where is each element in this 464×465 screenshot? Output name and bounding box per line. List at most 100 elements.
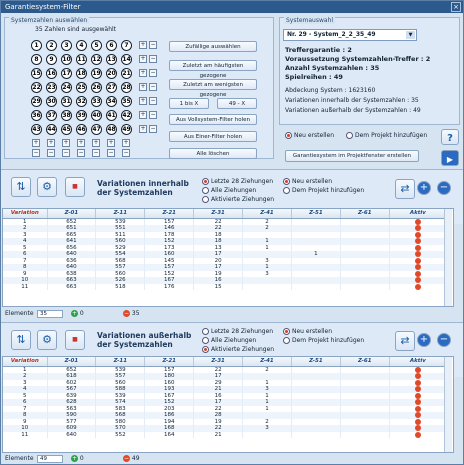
radio-alle-ziehungen[interactable]: [202, 187, 209, 194]
number-2[interactable]: 2: [46, 40, 57, 51]
column-header[interactable]: Z-21: [144, 209, 195, 219]
number-17[interactable]: 17: [61, 68, 72, 79]
col-plus-button[interactable]: +: [107, 139, 115, 147]
column-header[interactable]: Z-31: [193, 209, 244, 219]
number-34[interactable]: 34: [106, 96, 117, 107]
number-49[interactable]: 49: [121, 124, 132, 135]
number-7[interactable]: 7: [121, 40, 132, 51]
number-8[interactable]: 8: [31, 54, 42, 65]
column-header[interactable]: Z-61: [340, 357, 390, 367]
vollsystem-filter-button[interactable]: Aus Vollsystem-Filter holen: [169, 114, 257, 125]
system-select[interactable]: Nr. 29 - System_2_2_35_49 ▼: [283, 29, 417, 41]
row-minus-button[interactable]: −: [149, 83, 157, 91]
table-row[interactable]: 1 652 539 157 22 2: [3, 366, 448, 373]
column-header[interactable]: Aktiv: [389, 209, 448, 219]
row-minus-button[interactable]: −: [149, 125, 157, 133]
column-header[interactable]: Z-01: [47, 209, 97, 219]
number-42[interactable]: 42: [121, 110, 132, 121]
row-plus-button[interactable]: +: [139, 55, 147, 63]
number-5[interactable]: 5: [91, 40, 102, 51]
number-10[interactable]: 10: [61, 54, 72, 65]
number-38[interactable]: 38: [61, 110, 72, 121]
column-header[interactable]: Z-01: [47, 357, 97, 367]
number-25[interactable]: 25: [76, 82, 87, 93]
active-toggle-icon[interactable]: [414, 238, 421, 244]
col-plus-button[interactable]: +: [62, 139, 70, 147]
number-24[interactable]: 24: [61, 82, 72, 93]
active-toggle-icon[interactable]: [414, 399, 421, 405]
active-cell[interactable]: [389, 218, 448, 225]
number-26[interactable]: 26: [91, 82, 102, 93]
number-40[interactable]: 40: [91, 110, 102, 121]
one-to-x-button[interactable]: 1 bis X: [169, 98, 209, 109]
filter-icon[interactable]: ⇄: [395, 179, 415, 199]
active-toggle-icon[interactable]: [414, 386, 421, 392]
active-toggle-icon[interactable]: [414, 392, 421, 399]
scrollbar[interactable]: [444, 209, 452, 306]
minus-icon[interactable]: −: [437, 181, 451, 195]
close-button[interactable]: ×: [451, 2, 461, 12]
column-header[interactable]: Variation: [3, 357, 48, 367]
number-9[interactable]: 9: [46, 54, 57, 65]
row-plus-button[interactable]: +: [139, 125, 147, 133]
49-minus-x-button[interactable]: 49 - X: [217, 98, 257, 109]
plus-icon[interactable]: +: [417, 181, 431, 195]
create-system-button[interactable]: Garantiesystem im Projektfenster erstell…: [285, 150, 419, 162]
help-button[interactable]: ?: [441, 129, 459, 145]
active-toggle-icon[interactable]: [414, 283, 421, 290]
number-13[interactable]: 13: [106, 54, 117, 65]
number-3[interactable]: 3: [61, 40, 72, 51]
active-toggle-icon[interactable]: [414, 373, 421, 379]
radio-neu-erstellen[interactable]: [285, 132, 292, 139]
number-15[interactable]: 15: [31, 68, 42, 79]
scrollbar[interactable]: [444, 357, 452, 452]
most-drawn-button[interactable]: Zuletzt am häufigsten gezogene: [169, 60, 257, 79]
column-header[interactable]: Z-31: [193, 357, 244, 367]
active-toggle-icon[interactable]: [414, 425, 421, 431]
active-toggle-icon[interactable]: [414, 277, 421, 283]
row-plus-button[interactable]: +: [139, 41, 147, 49]
active-cell[interactable]: [389, 366, 448, 373]
number-21[interactable]: 21: [121, 68, 132, 79]
active-toggle-icon[interactable]: [414, 251, 421, 257]
row-minus-button[interactable]: −: [149, 69, 157, 77]
active-toggle-icon[interactable]: [414, 244, 421, 251]
number-33[interactable]: 33: [91, 96, 102, 107]
stop-icon[interactable]: ■: [65, 177, 85, 197]
number-32[interactable]: 32: [76, 96, 87, 107]
sort-icon[interactable]: ⇅: [11, 330, 31, 350]
row-minus-button[interactable]: −: [149, 41, 157, 49]
active-toggle-icon[interactable]: [414, 270, 421, 277]
active-toggle-icon[interactable]: [414, 431, 421, 438]
active-toggle-icon[interactable]: [414, 225, 421, 231]
number-39[interactable]: 39: [76, 110, 87, 121]
number-30[interactable]: 30: [46, 96, 57, 107]
col-minus-button[interactable]: −: [92, 149, 100, 157]
row-minus-button[interactable]: −: [149, 97, 157, 105]
einer-filter-button[interactable]: Aus Einer-Filter holen: [169, 131, 257, 142]
column-header[interactable]: Z-11: [95, 209, 146, 219]
filter-icon[interactable]: ⇄: [395, 331, 415, 351]
row-plus-button[interactable]: +: [139, 97, 147, 105]
number-37[interactable]: 37: [46, 110, 57, 121]
col-plus-button[interactable]: +: [122, 139, 130, 147]
number-27[interactable]: 27: [106, 82, 117, 93]
number-28[interactable]: 28: [121, 82, 132, 93]
row-minus-button[interactable]: −: [149, 111, 157, 119]
random-select-button[interactable]: Zufällige auswählen: [169, 41, 257, 52]
number-23[interactable]: 23: [46, 82, 57, 93]
col-minus-button[interactable]: −: [47, 149, 55, 157]
number-18[interactable]: 18: [76, 68, 87, 79]
number-1[interactable]: 1: [31, 40, 42, 51]
export-icon[interactable]: ▶: [441, 150, 459, 166]
number-41[interactable]: 41: [106, 110, 117, 121]
clear-all-button[interactable]: Alle löschen: [169, 148, 257, 159]
gear-icon[interactable]: ⚙: [37, 330, 57, 350]
number-16[interactable]: 16: [46, 68, 57, 79]
number-44[interactable]: 44: [46, 124, 57, 135]
radio-neu-erstellen-2[interactable]: [283, 178, 290, 185]
radio-letzte-28[interactable]: [202, 178, 209, 185]
column-header[interactable]: Z-11: [95, 357, 146, 367]
radio-projekt-3[interactable]: [283, 337, 290, 344]
table-row[interactable]: 11 663 518 176 15: [3, 283, 448, 290]
